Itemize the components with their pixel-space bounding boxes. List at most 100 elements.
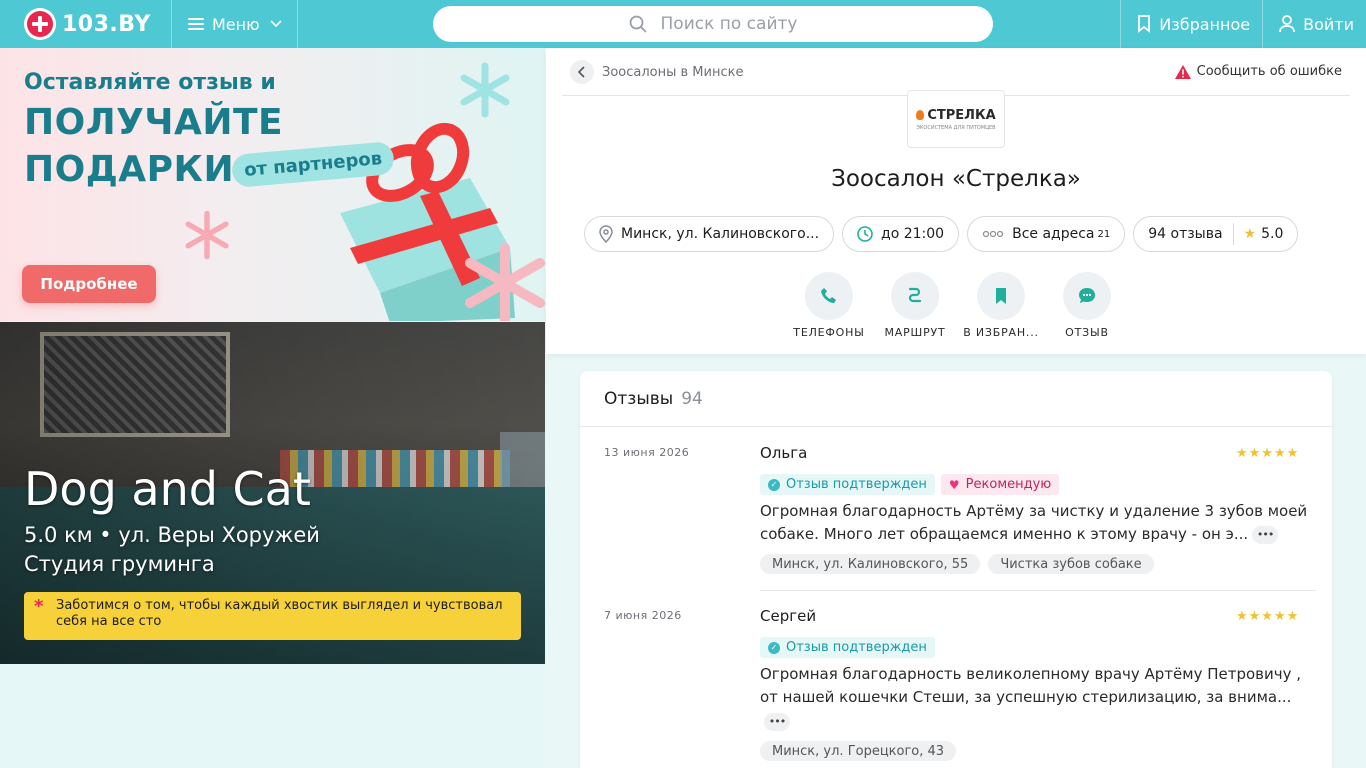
salon-ad-banner[interactable]: Dog and Cat 5.0 км • ул. Веры Хоружей Ст…	[0, 322, 545, 664]
address-chip[interactable]: Минск, ул. Калиновского...	[584, 216, 835, 252]
review-author: Ольга	[760, 444, 808, 462]
promo-line-2: ПОЛУЧАЙТЕ	[24, 102, 284, 143]
addresses-count: 21	[1097, 228, 1111, 240]
reviews-count: 94	[681, 388, 703, 409]
review-item: 7 июня 2026 Сергей ★★★★★ ✓ Отзыв подтверж…	[580, 591, 1332, 768]
phones-action[interactable]: ТЕЛЕФОНЫ	[786, 272, 872, 339]
favorites-button[interactable]: Избранное	[1120, 0, 1262, 48]
site-logo[interactable]: 103.BY	[0, 0, 172, 48]
search-placeholder: Поиск по сайту	[660, 14, 798, 34]
salon-ad-type: Студия груминга	[24, 552, 215, 576]
promo-banner[interactable]: Оставляйте отзыв и ПОЛУЧАЙТЕ ПОДАРКИ от …	[0, 48, 545, 321]
route-icon	[908, 287, 922, 303]
top-header: 103.BY Меню Поиск по сайту Избранное Вой…	[0, 0, 1366, 48]
recommend-text: Рекомендую	[965, 477, 1052, 492]
route-label: МАРШРУТ	[884, 326, 946, 339]
company-card: Зоосалоны в Минске Сообщить об ошибке СТ…	[546, 48, 1366, 354]
review-action[interactable]: ОТЗЫВ	[1044, 272, 1130, 339]
promo-details-button[interactable]: Подробнее	[22, 265, 156, 303]
check-icon: ✓	[768, 641, 780, 654]
dots-icon	[982, 230, 1004, 238]
search-icon	[629, 15, 647, 33]
location-pin-icon	[599, 225, 613, 243]
reviews-rating-chip[interactable]: 94 отзыва ★ 5.0	[1133, 216, 1299, 252]
review-more-wrap: •••	[760, 711, 790, 731]
bookmark-icon	[1138, 15, 1151, 33]
salon-ad-name: Dog and Cat	[24, 462, 311, 516]
review-date: 13 июня 2026	[604, 446, 690, 459]
warning-icon	[1174, 64, 1191, 79]
login-button[interactable]: Войти	[1262, 0, 1366, 48]
review-stars: ★★★★★	[1236, 446, 1300, 461]
review-text-body: Огромная благодарность великолепному вра…	[760, 665, 1302, 706]
report-error-label: Сообщить об ошибке	[1196, 64, 1342, 79]
salon-ad-note-text: Заботимся о том, чтобы каждый хвостик вы…	[56, 598, 503, 629]
chat-icon	[1079, 288, 1095, 303]
review-tag[interactable]: Минск, ул. Горецкого, 43	[760, 741, 957, 761]
login-label: Войти	[1303, 14, 1354, 34]
search-input[interactable]: Поиск по сайту	[433, 6, 993, 42]
reviews-header: Отзывы 94	[580, 371, 1332, 427]
check-icon: ✓	[768, 478, 780, 491]
more-dots-button[interactable]: •••	[764, 712, 790, 731]
rating-value: 5.0	[1261, 226, 1284, 242]
reviews-title: Отзывы	[604, 388, 674, 409]
heart-icon: ♥	[948, 477, 960, 492]
review-text: Огромная благодарность великолепному вра…	[760, 663, 1320, 709]
phone-icon	[821, 288, 836, 303]
chevron-down-icon	[270, 17, 282, 31]
star-icon: ★	[1243, 226, 1257, 242]
review-date: 7 июня 2026	[604, 609, 682, 622]
hours-chip[interactable]: до 21:00	[842, 216, 960, 252]
action-buttons: ТЕЛЕФОНЫ МАРШРУТ В ИЗБРАН... ОТЗЫВ	[786, 272, 1130, 339]
logo-cross-icon	[24, 8, 56, 40]
hamburger-icon	[188, 18, 204, 30]
recommend-badge: ♥ Рекомендую	[940, 474, 1060, 495]
breadcrumb-link[interactable]: Зоосалоны в Минске	[602, 65, 743, 80]
company-logo: СТРЕЛКА ЭКОСИСТЕМА ДЛЯ ПИТОМЦЕВ	[907, 90, 1005, 148]
company-logo-subtext: ЭКОСИСТЕМА ДЛЯ ПИТОМЦЕВ	[916, 124, 996, 131]
logo-text: 103.BY	[62, 11, 151, 37]
favorite-action[interactable]: В ИЗБРАН...	[958, 272, 1044, 339]
company-title: Зоосалон «Стрелка»	[831, 166, 1081, 192]
reviews-count-text: 94 отзыва	[1148, 226, 1223, 242]
review-text-body: Огромная благодарность Артёму за чистку …	[760, 502, 1308, 543]
chevron-left-icon[interactable]	[570, 60, 594, 84]
favorite-label: В ИЗБРАН...	[963, 326, 1039, 339]
hours-text: до 21:00	[881, 226, 945, 242]
bookmark-icon	[996, 288, 1006, 304]
left-column: Оставляйте отзыв и ПОЛУЧАЙТЕ ПОДАРКИ от …	[0, 48, 545, 768]
salon-ad-meta: 5.0 км • ул. Веры Хоружей	[24, 523, 320, 547]
promo-line-3: ПОДАРКИ	[24, 149, 235, 190]
snowflake-icon	[185, 210, 229, 260]
phones-label: ТЕЛЕФОНЫ	[793, 326, 865, 339]
verified-text: Отзыв подтвержден	[786, 477, 927, 492]
review-text: Огромная благодарность Артёму за чистку …	[760, 500, 1320, 546]
verified-badge: ✓ Отзыв подтвержден	[760, 474, 935, 495]
asterisk-icon: *	[34, 596, 44, 617]
review-tag[interactable]: Чистка зубов собаке	[988, 554, 1154, 574]
clock-icon	[857, 226, 873, 242]
report-error-link[interactable]: Сообщить об ошибке	[1174, 64, 1342, 79]
more-dots-button[interactable]: •••	[1252, 525, 1279, 544]
promo-line-1: Оставляйте отзыв и	[24, 70, 276, 95]
all-addresses-text: Все адреса	[1012, 226, 1095, 242]
menu-button[interactable]: Меню	[172, 0, 298, 48]
verified-text: Отзыв подтвержден	[786, 640, 927, 655]
pin-logo-icon	[916, 110, 925, 120]
review-author: Сергей	[760, 607, 817, 625]
address-text: Минск, ул. Калиновского...	[621, 226, 820, 242]
review-stars: ★★★★★	[1236, 609, 1300, 624]
review-tag[interactable]: Минск, ул. Калиновского, 55	[760, 554, 981, 574]
review-item: 13 июня 2026 Ольга ★★★★★ ✓ Отзыв подтверж…	[580, 428, 1332, 591]
verified-badge: ✓ Отзыв подтвержден	[760, 637, 935, 658]
info-chips: Минск, ул. Калиновского... до 21:00 Все …	[584, 216, 1299, 252]
route-action[interactable]: МАРШРУТ	[872, 272, 958, 339]
menu-label: Меню	[212, 14, 260, 34]
breadcrumb[interactable]: Зоосалоны в Минске	[570, 60, 743, 84]
favorites-label: Избранное	[1159, 14, 1251, 34]
all-addresses-chip[interactable]: Все адреса 21	[967, 216, 1126, 252]
user-icon	[1279, 15, 1296, 33]
review-label: ОТЗЫВ	[1065, 326, 1109, 339]
reviews-section: Отзывы 94 13 июня 2026 Ольга ★★★★★ ✓ Отзы…	[580, 371, 1332, 768]
